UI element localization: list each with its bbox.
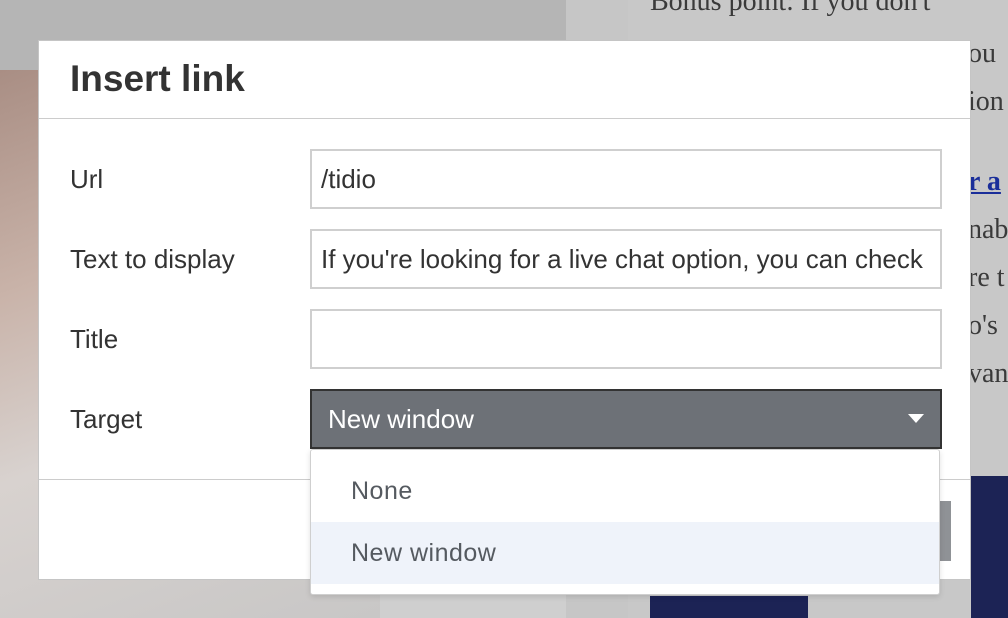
caret-down-icon xyxy=(908,414,924,423)
background-text-line: ou xyxy=(968,38,996,69)
title-label: Title xyxy=(70,324,119,354)
title-input[interactable] xyxy=(310,309,942,369)
background-text-line: ion xyxy=(968,86,1004,117)
background-text-line: re t xyxy=(968,262,1005,293)
text-to-display-label: Text to display xyxy=(70,244,235,274)
background-text-line: Bonus point: If you don't xyxy=(650,0,931,17)
background-text-line: nab xyxy=(968,214,1008,245)
target-row: Target New window xyxy=(39,389,970,449)
background-button[interactable] xyxy=(971,476,1008,618)
background-button[interactable] xyxy=(650,596,808,618)
dropdown-option-new-window[interactable]: New window xyxy=(311,522,939,584)
url-label: Url xyxy=(70,164,104,194)
dropdown-option-none[interactable]: None xyxy=(311,460,939,522)
target-select[interactable]: New window xyxy=(310,389,942,449)
background-text-line: van xyxy=(968,358,1008,389)
target-dropdown-list: None New window xyxy=(310,449,940,595)
url-row: Url xyxy=(39,149,970,209)
target-label: Target xyxy=(70,404,143,434)
text-to-display-row: Text to display xyxy=(39,229,970,289)
dialog-title: Insert link xyxy=(70,58,245,99)
text-to-display-input[interactable] xyxy=(310,229,942,289)
target-select-value: New window xyxy=(328,404,474,434)
background-link[interactable]: r a xyxy=(968,166,1001,198)
background-text-line: o's xyxy=(968,310,998,341)
url-input[interactable] xyxy=(310,149,942,209)
dialog-header: Insert link xyxy=(39,41,970,119)
title-row: Title xyxy=(39,309,970,369)
